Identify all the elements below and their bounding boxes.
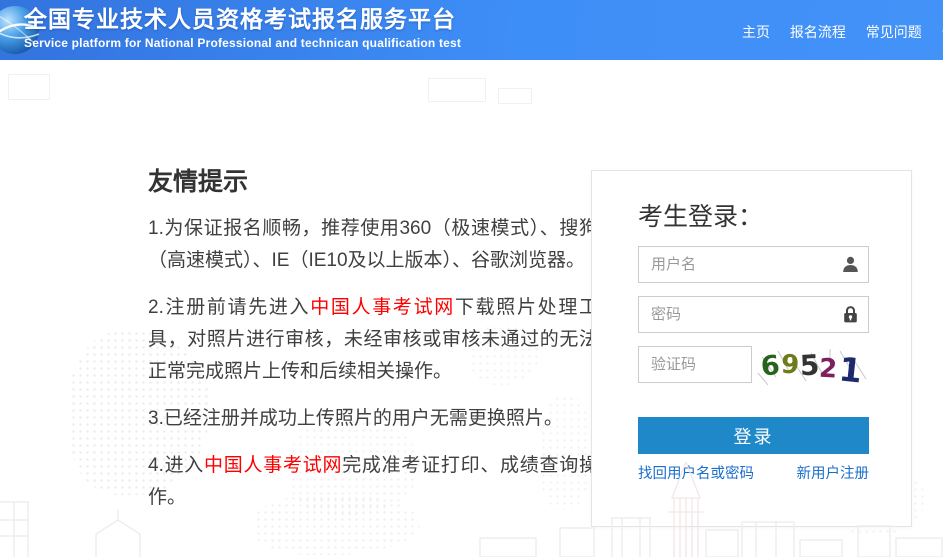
captcha-digit: 9: [780, 350, 800, 381]
page: 全国专业技术人员资格考试报名服务平台 Service platform for …: [0, 0, 943, 557]
nav-home[interactable]: 主页: [742, 24, 770, 40]
login-title: 考生登录：: [638, 197, 763, 233]
username-input[interactable]: [638, 246, 869, 283]
cpta-link[interactable]: 中国人事考试网: [310, 297, 455, 318]
captcha-digit: 1: [837, 349, 864, 387]
tip-item-2: 2.注册前请先进入中国人事考试网下载照片处理工具，对照片进行审核，未经审核或审核…: [148, 292, 598, 388]
login-card: 考生登录：: [591, 170, 912, 527]
login-button[interactable]: 登录: [638, 417, 869, 454]
friendly-tips-section: 友情提示 1.为保证报名顺畅，推荐使用360（极速模式）、搜狗（高速模式）、IE…: [148, 162, 598, 514]
watermark-shape: [8, 74, 50, 100]
site-title: 全国专业技术人员资格考试报名服务平台: [24, 5, 461, 33]
watermark-shape: [498, 88, 532, 104]
captcha-digit: 5: [799, 348, 820, 382]
person-icon: [841, 255, 860, 274]
header: 全国专业技术人员资格考试报名服务平台 Service platform for …: [0, 0, 943, 60]
tips-heading: 友情提示: [148, 162, 598, 198]
register-link[interactable]: 新用户注册: [797, 462, 870, 483]
forgot-credentials-link[interactable]: 找回用户名或密码: [638, 462, 754, 483]
nav-faq[interactable]: 常见问题: [866, 24, 922, 40]
tip-item-3: 3.已经注册并成功上传照片的用户无需更换照片。: [148, 403, 598, 435]
brand: 全国专业技术人员资格考试报名服务平台 Service platform for …: [24, 5, 461, 50]
username-field-wrap: [638, 246, 869, 283]
tip-text: 1.为保证报名顺畅，推荐使用360（极速模式）、搜狗（高速模式）、IE（IE10…: [148, 218, 598, 271]
tip-text: 4.进入: [148, 455, 204, 476]
cpta-link[interactable]: 中国人事考试网: [204, 455, 342, 476]
nav-registration-process[interactable]: 报名流程: [790, 24, 846, 40]
captcha-image[interactable]: 6 9 5 2 1: [756, 343, 870, 387]
captcha-digit: 2: [818, 354, 838, 385]
password-input[interactable]: [638, 296, 869, 333]
password-field-wrap: [638, 296, 869, 333]
captcha-field-wrap: [638, 346, 752, 383]
tip-item-4: 4.进入中国人事考试网完成准考证打印、成绩查询操作。: [148, 450, 598, 514]
lock-icon: [841, 305, 860, 324]
captcha-input[interactable]: [638, 346, 752, 383]
tip-item-1: 1.为保证报名顺畅，推荐使用360（极速模式）、搜狗（高速模式）、IE（IE10…: [148, 213, 598, 277]
top-nav: 主页 报名流程 常见问题 咨询: [742, 22, 943, 42]
login-links: 找回用户名或密码 新用户注册: [638, 462, 869, 483]
captcha-digit: 6: [759, 350, 781, 383]
tip-text: 2.注册前请先进入: [148, 297, 310, 318]
tip-text: 3.已经注册并成功上传照片的用户无需更换照片。: [148, 408, 563, 429]
watermark-shape: [428, 78, 486, 102]
site-subtitle: Service platform for National Profession…: [24, 36, 461, 50]
